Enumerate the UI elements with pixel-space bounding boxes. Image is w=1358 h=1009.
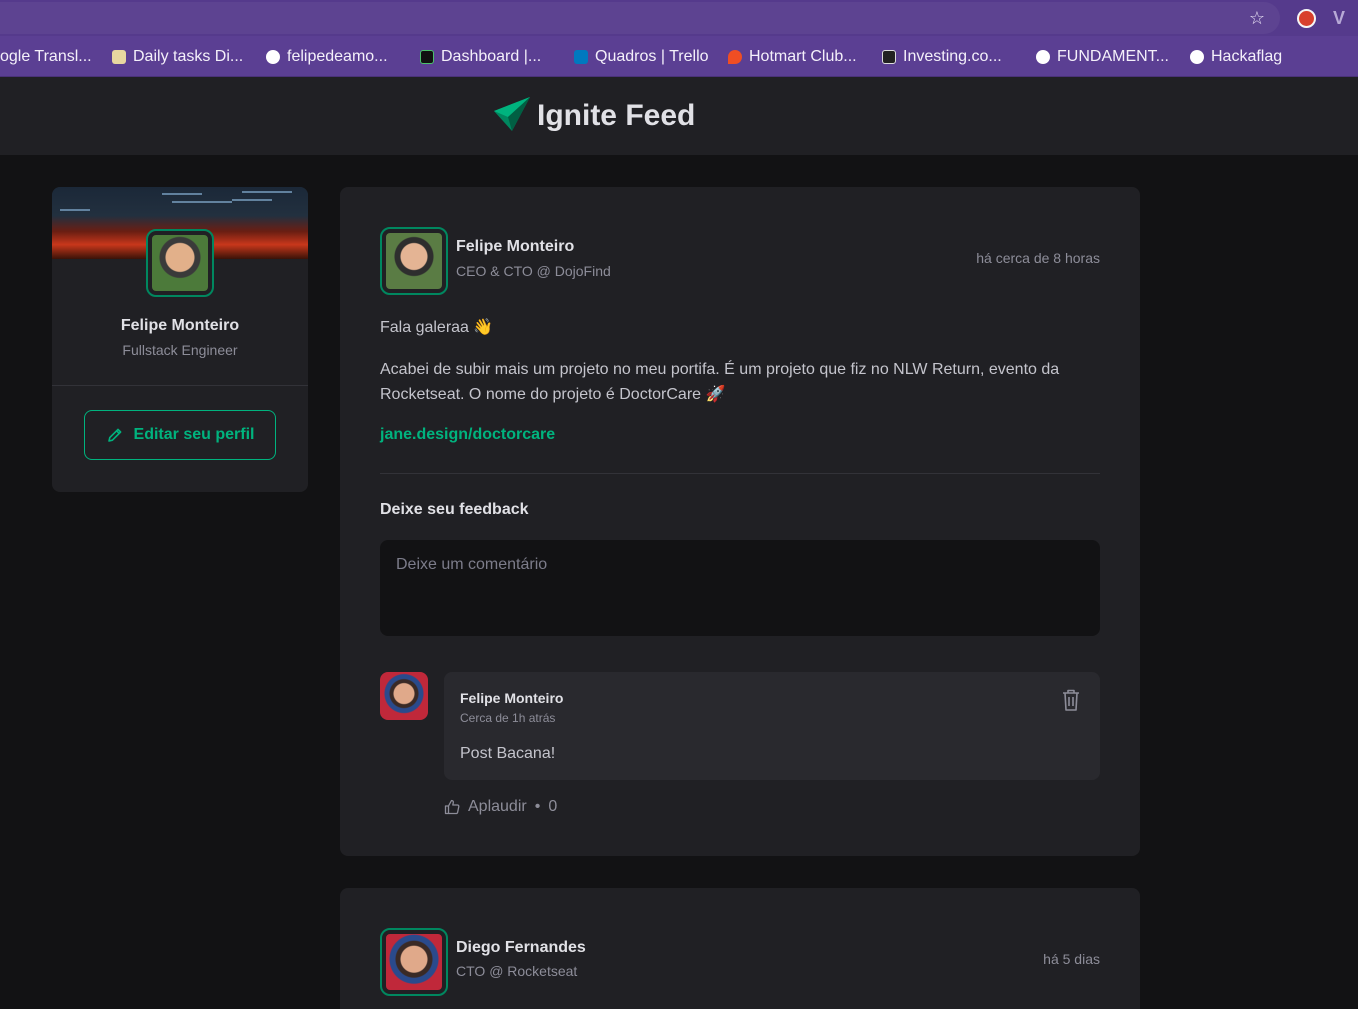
sidebar-avatar	[146, 229, 214, 297]
investing-icon	[882, 50, 896, 64]
ignite-logo-icon	[494, 97, 530, 131]
bookmark-daily-tasks[interactable]: Daily tasks Di...	[112, 46, 243, 68]
bookmark-github[interactable]: felipedeamo...	[266, 46, 388, 68]
applaud-label: Aplaudir	[468, 798, 527, 815]
hotmart-icon	[728, 50, 742, 64]
profile-sidebar: Felipe Monteiro Fullstack Engineer Edita…	[52, 187, 308, 492]
edit-profile-label: Editar seu perfil	[133, 426, 255, 443]
globe-icon	[1036, 50, 1050, 64]
bookmark-google-translate[interactable]: ogle Transl...	[0, 46, 92, 68]
bookmarks-bar: ogle Transl... Daily tasks Di... feliped…	[0, 36, 1358, 77]
github-icon	[266, 50, 280, 64]
post-time: há cerca de 8 horas	[976, 250, 1100, 266]
bookmark-dashboard[interactable]: Dashboard |...	[420, 46, 541, 68]
notepad-icon	[112, 50, 126, 64]
globe-icon	[1190, 50, 1204, 64]
vue-devtools-icon[interactable]: V	[1333, 7, 1353, 29]
post-time: há 5 dias	[1043, 951, 1100, 967]
post-author-role: CTO @ Rocketseat	[456, 963, 578, 979]
browser-toolbar: ☆ V	[0, 0, 1358, 36]
post-link[interactable]: jane.design/doctorcare	[380, 426, 555, 444]
post-author-avatar[interactable]	[380, 928, 448, 996]
thumbs-up-icon	[444, 799, 460, 815]
post-paragraph: Fala galeraa 👋	[380, 319, 494, 336]
bookmark-star-icon[interactable]: ☆	[1247, 8, 1267, 28]
comment-box	[444, 672, 1100, 780]
post-divider	[380, 473, 1100, 474]
app-title: Ignite Feed	[537, 99, 696, 132]
edit-profile-button[interactable]: Editar seu perfil	[84, 410, 276, 460]
trello-icon	[574, 50, 588, 64]
post-author-name: Diego Fernandes	[456, 939, 586, 956]
comment-input[interactable]	[380, 540, 1100, 636]
bookmark-hackaflag[interactable]: Hackaflag	[1190, 46, 1282, 68]
post-author-role: CEO & CTO @ DojoFind	[456, 263, 611, 279]
bookmark-investing[interactable]: Investing.co...	[882, 46, 1002, 68]
sidebar-divider	[52, 385, 308, 386]
bookmark-hotmart[interactable]: Hotmart Club...	[728, 46, 857, 68]
applaud-button[interactable]: Aplaudir • 0	[444, 797, 557, 817]
pencil-icon	[107, 428, 121, 442]
trash-icon[interactable]	[1060, 688, 1082, 712]
applaud-count: 0	[548, 798, 558, 815]
sidebar-role: Fullstack Engineer	[122, 342, 238, 358]
bookmark-trello[interactable]: Quadros | Trello	[574, 46, 709, 68]
extension-icon[interactable]	[1297, 9, 1316, 28]
address-bar[interactable]	[0, 2, 1280, 34]
post-paragraph: Acabei de subir mais um projeto no meu p…	[380, 361, 1060, 403]
feedback-title: Deixe seu feedback	[380, 501, 529, 518]
comment-author-avatar[interactable]	[380, 672, 428, 720]
bookmark-fundament[interactable]: FUNDAMENT...	[1036, 46, 1169, 68]
post-author-avatar[interactable]	[380, 227, 448, 295]
sidebar-name: Felipe Monteiro	[120, 317, 240, 334]
applaud-separator: •	[534, 798, 541, 815]
comment-author-name: Felipe Monteiro	[460, 690, 564, 706]
post-author-name: Felipe Monteiro	[456, 238, 575, 255]
comment-time: Cerca de 1h atrás	[460, 711, 556, 725]
comment-text: Post Bacana!	[460, 745, 556, 762]
dashboard-icon	[420, 50, 434, 64]
